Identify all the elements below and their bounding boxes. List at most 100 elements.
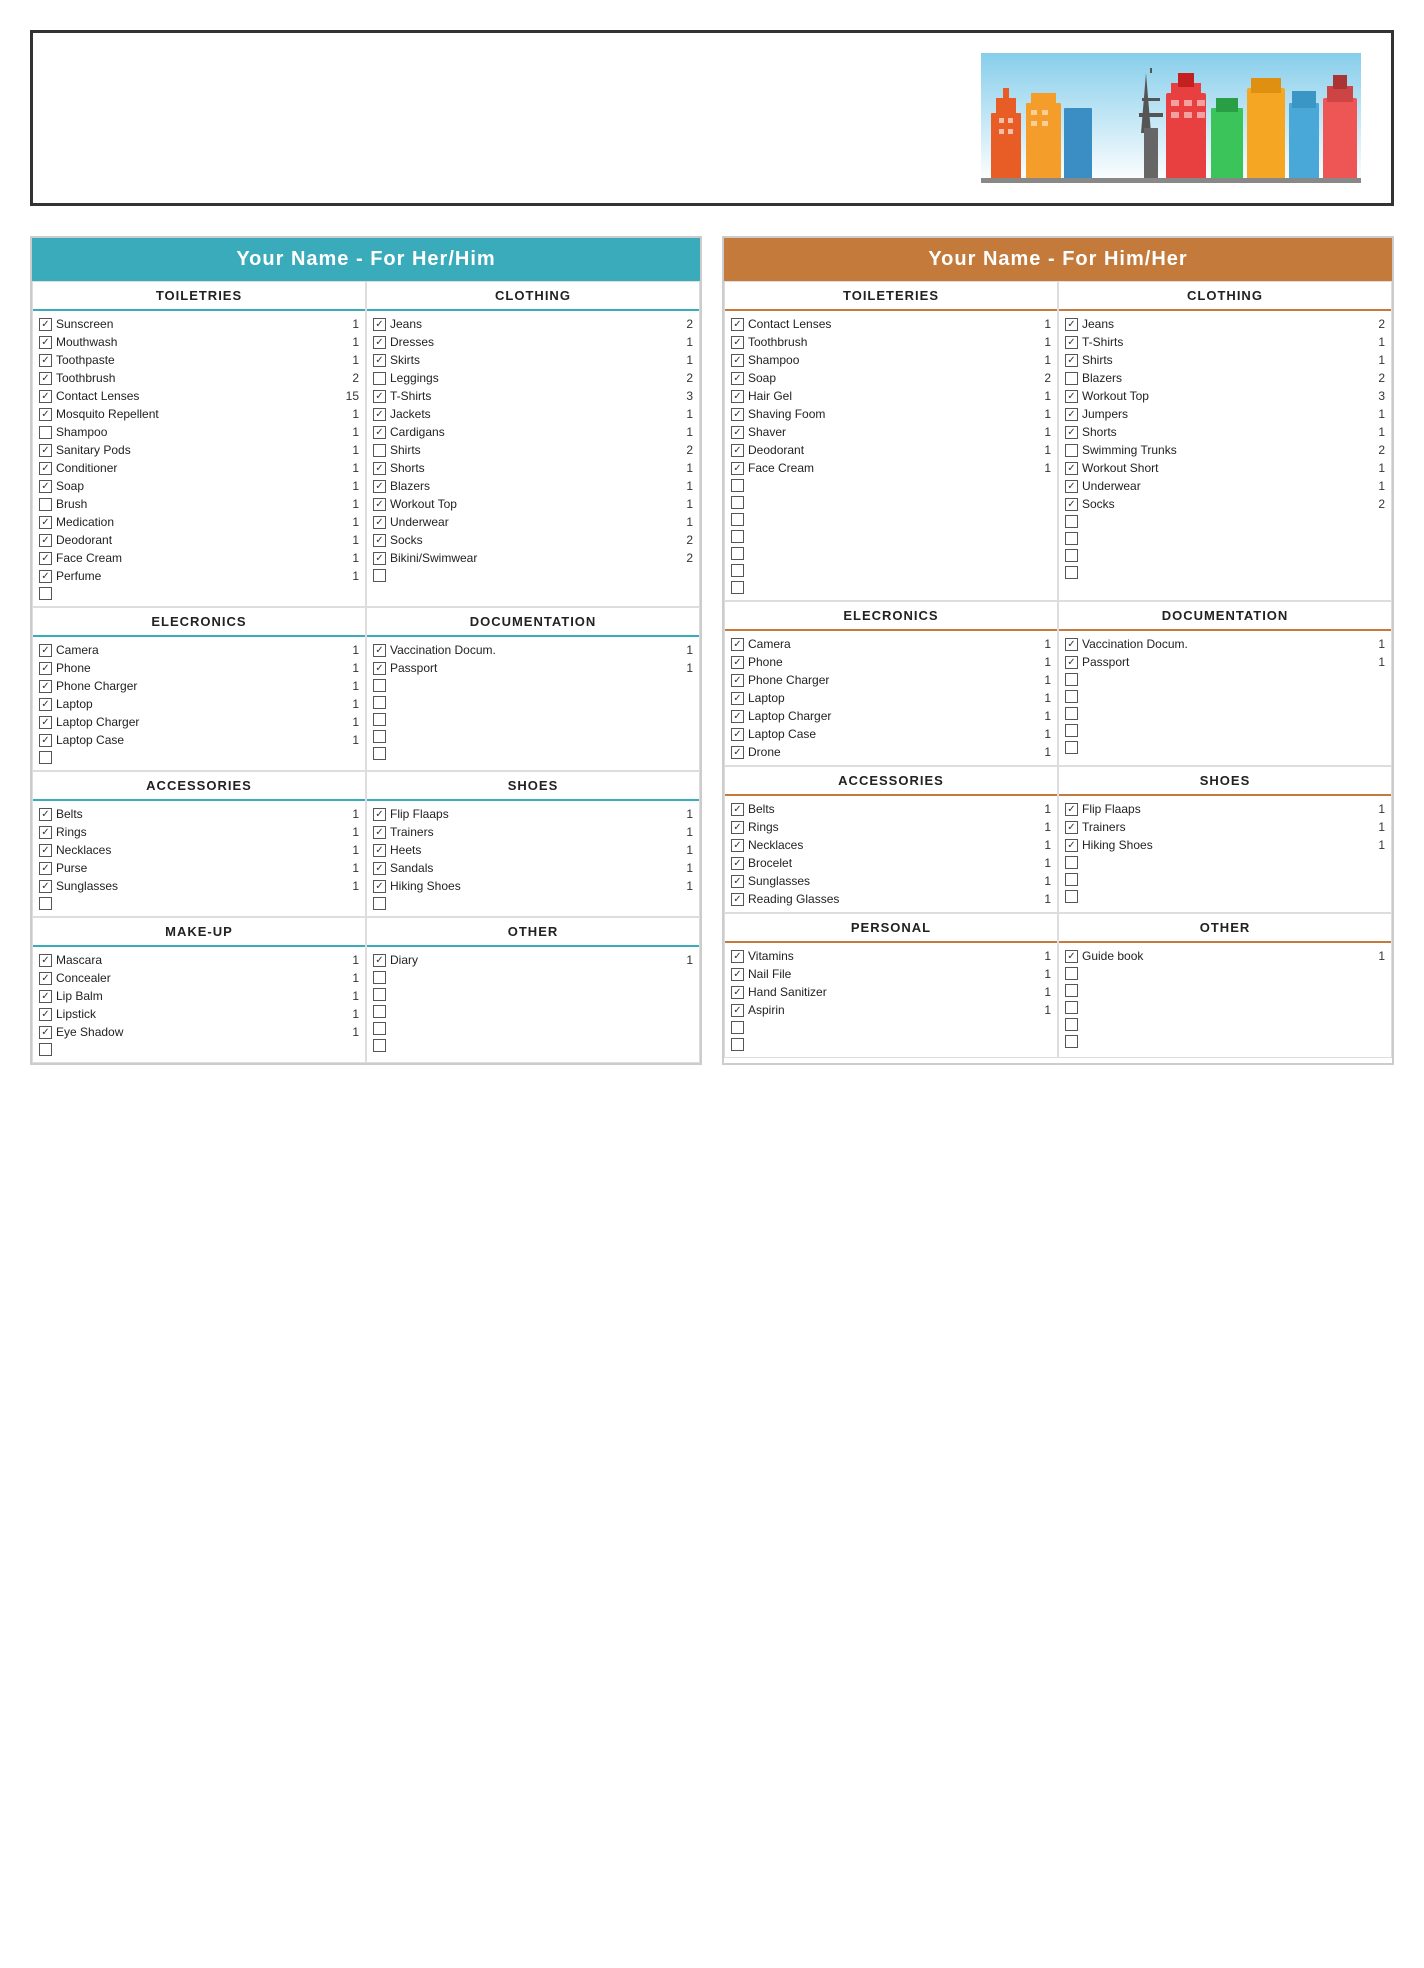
item-checkbox[interactable] [39, 990, 52, 1003]
item-checkbox[interactable] [39, 644, 52, 657]
item-checkbox[interactable] [373, 662, 386, 675]
item-checkbox[interactable] [373, 318, 386, 331]
item-checkbox[interactable] [39, 372, 52, 385]
item-checkbox[interactable] [731, 318, 744, 331]
item-checkbox[interactable] [373, 426, 386, 439]
item-checkbox[interactable] [731, 564, 744, 577]
item-checkbox[interactable] [39, 1026, 52, 1039]
item-checkbox[interactable] [1065, 498, 1078, 511]
item-checkbox[interactable] [373, 696, 386, 709]
item-checkbox[interactable] [373, 569, 386, 582]
item-checkbox[interactable] [731, 372, 744, 385]
item-checkbox[interactable] [731, 986, 744, 999]
item-checkbox[interactable] [1065, 372, 1078, 385]
item-checkbox[interactable] [39, 808, 52, 821]
item-checkbox[interactable] [1065, 673, 1078, 686]
item-checkbox[interactable] [373, 534, 386, 547]
item-checkbox[interactable] [731, 839, 744, 852]
item-checkbox[interactable] [373, 516, 386, 529]
item-checkbox[interactable] [1065, 426, 1078, 439]
item-checkbox[interactable] [731, 390, 744, 403]
item-checkbox[interactable] [1065, 839, 1078, 852]
item-checkbox[interactable] [373, 1039, 386, 1052]
item-checkbox[interactable] [39, 1043, 52, 1056]
item-checkbox[interactable] [373, 408, 386, 421]
item-checkbox[interactable] [373, 679, 386, 692]
item-checkbox[interactable] [373, 480, 386, 493]
item-checkbox[interactable] [39, 552, 52, 565]
item-checkbox[interactable] [1065, 549, 1078, 562]
item-checkbox[interactable] [373, 826, 386, 839]
item-checkbox[interactable] [373, 971, 386, 984]
item-checkbox[interactable] [1065, 354, 1078, 367]
item-checkbox[interactable] [1065, 532, 1078, 545]
item-checkbox[interactable] [731, 692, 744, 705]
item-checkbox[interactable] [731, 638, 744, 651]
item-checkbox[interactable] [39, 462, 52, 475]
item-checkbox[interactable] [731, 746, 744, 759]
item-checkbox[interactable] [373, 444, 386, 457]
item-checkbox[interactable] [39, 408, 52, 421]
item-checkbox[interactable] [731, 656, 744, 669]
item-checkbox[interactable] [731, 496, 744, 509]
item-checkbox[interactable] [1065, 390, 1078, 403]
item-checkbox[interactable] [731, 950, 744, 963]
item-checkbox[interactable] [39, 336, 52, 349]
item-checkbox[interactable] [39, 570, 52, 583]
item-checkbox[interactable] [1065, 890, 1078, 903]
item-checkbox[interactable] [1065, 318, 1078, 331]
item-checkbox[interactable] [1065, 724, 1078, 737]
item-checkbox[interactable] [373, 808, 386, 821]
item-checkbox[interactable] [373, 880, 386, 893]
item-checkbox[interactable] [373, 498, 386, 511]
item-checkbox[interactable] [1065, 1035, 1078, 1048]
item-checkbox[interactable] [1065, 1018, 1078, 1031]
item-checkbox[interactable] [731, 821, 744, 834]
item-checkbox[interactable] [373, 862, 386, 875]
item-checkbox[interactable] [731, 530, 744, 543]
item-checkbox[interactable] [39, 954, 52, 967]
item-checkbox[interactable] [39, 716, 52, 729]
item-checkbox[interactable] [373, 372, 386, 385]
item-checkbox[interactable] [1065, 690, 1078, 703]
item-checkbox[interactable] [731, 1038, 744, 1051]
item-checkbox[interactable] [1065, 480, 1078, 493]
item-checkbox[interactable] [39, 880, 52, 893]
item-checkbox[interactable] [731, 354, 744, 367]
item-checkbox[interactable] [1065, 856, 1078, 869]
item-checkbox[interactable] [373, 354, 386, 367]
item-checkbox[interactable] [731, 336, 744, 349]
item-checkbox[interactable] [39, 444, 52, 457]
item-checkbox[interactable] [1065, 462, 1078, 475]
item-checkbox[interactable] [1065, 1001, 1078, 1014]
item-checkbox[interactable] [373, 1022, 386, 1035]
item-checkbox[interactable] [373, 897, 386, 910]
item-checkbox[interactable] [731, 968, 744, 981]
item-checkbox[interactable] [39, 751, 52, 764]
item-checkbox[interactable] [373, 988, 386, 1001]
item-checkbox[interactable] [1065, 336, 1078, 349]
item-checkbox[interactable] [731, 857, 744, 870]
item-checkbox[interactable] [373, 644, 386, 657]
item-checkbox[interactable] [1065, 950, 1078, 963]
item-checkbox[interactable] [1065, 707, 1078, 720]
item-checkbox[interactable] [373, 462, 386, 475]
item-checkbox[interactable] [1065, 821, 1078, 834]
item-checkbox[interactable] [731, 803, 744, 816]
item-checkbox[interactable] [1065, 408, 1078, 421]
item-checkbox[interactable] [1065, 566, 1078, 579]
item-checkbox[interactable] [731, 710, 744, 723]
item-checkbox[interactable] [373, 954, 386, 967]
item-checkbox[interactable] [731, 674, 744, 687]
item-checkbox[interactable] [1065, 967, 1078, 980]
item-checkbox[interactable] [731, 426, 744, 439]
item-checkbox[interactable] [39, 390, 52, 403]
item-checkbox[interactable] [39, 862, 52, 875]
item-checkbox[interactable] [39, 680, 52, 693]
item-checkbox[interactable] [373, 390, 386, 403]
item-checkbox[interactable] [39, 426, 52, 439]
item-checkbox[interactable] [1065, 444, 1078, 457]
item-checkbox[interactable] [39, 516, 52, 529]
item-checkbox[interactable] [731, 479, 744, 492]
item-checkbox[interactable] [39, 972, 52, 985]
